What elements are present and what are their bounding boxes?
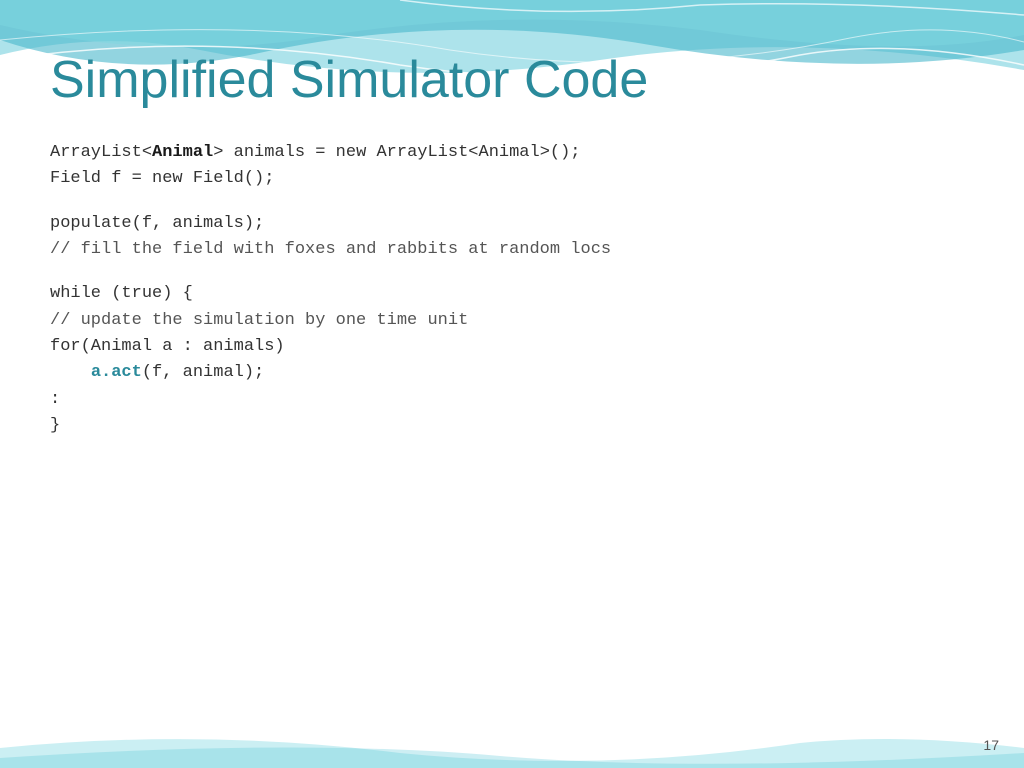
slide-content: Simplified Simulator Code ArrayList<Anim… xyxy=(0,0,1024,477)
code-section-3: while (true) { // update the simulation … xyxy=(50,281,974,439)
code-line-4: // fill the field with foxes and rabbits… xyxy=(50,237,974,263)
code-line-9: : xyxy=(50,387,974,413)
code-line-2: Field f = new Field(); xyxy=(50,166,974,192)
code-line-3: populate(f, animals); xyxy=(50,211,974,237)
slide-title: Simplified Simulator Code xyxy=(50,50,974,110)
page-number: 17 xyxy=(983,737,999,753)
code-animal-keyword: Animal xyxy=(152,143,213,162)
code-line8-part1 xyxy=(50,363,91,382)
code-line-7: for(Animal a : animals) xyxy=(50,334,974,360)
code-section-1: ArrayList<Animal> animals = new ArrayLis… xyxy=(50,140,974,193)
code-section-2: populate(f, animals); // fill the field … xyxy=(50,211,974,264)
code-line8-part2: (f, animal); xyxy=(142,363,264,382)
code-line1-part1: ArrayList< xyxy=(50,143,152,162)
code-block: ArrayList<Animal> animals = new ArrayLis… xyxy=(50,140,974,439)
code-line-1: ArrayList<Animal> animals = new ArrayLis… xyxy=(50,140,974,166)
wave-bottom-decoration xyxy=(0,718,1024,768)
code-line-10: } xyxy=(50,413,974,439)
slide-container: Simplified Simulator Code ArrayList<Anim… xyxy=(0,0,1024,768)
code-line-6: // update the simulation by one time uni… xyxy=(50,308,974,334)
code-line1-part2: > animals = new ArrayList<Animal>(); xyxy=(213,143,580,162)
code-line-5: while (true) { xyxy=(50,281,974,307)
code-act-method: a.act xyxy=(91,363,142,382)
code-line-8: a.act(f, animal); xyxy=(50,360,974,386)
